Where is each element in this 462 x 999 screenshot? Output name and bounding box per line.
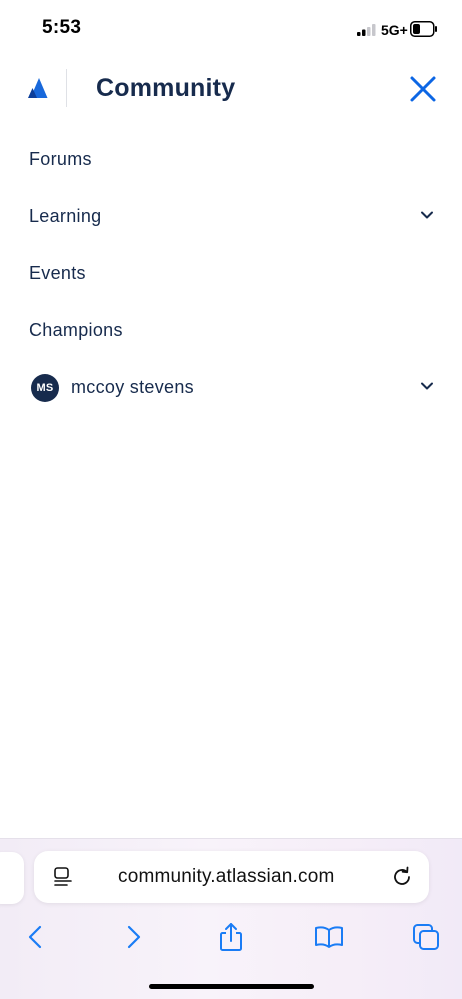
network-indicator: 5G+ — [381, 22, 408, 38]
chevron-down-icon[interactable] — [420, 210, 434, 220]
battery-icon — [410, 21, 437, 37]
previous-tab-preview[interactable] — [0, 852, 24, 904]
address-bar[interactable]: community.atlassian.com — [34, 851, 429, 903]
reload-icon[interactable] — [390, 865, 414, 889]
forward-icon — [127, 925, 141, 949]
atlassian-logo[interactable] — [27, 77, 49, 99]
home-indicator[interactable] — [149, 984, 314, 989]
status-time: 5:53 — [42, 17, 82, 38]
nav-item-user-profile[interactable]: MS mccoy stevens — [0, 359, 462, 416]
nav-item-label: Forums — [29, 149, 92, 169]
close-icon[interactable] — [406, 72, 440, 106]
signal-icon — [357, 24, 376, 36]
user-name: mccoy stevens — [71, 377, 194, 397]
nav-item-forums[interactable]: Forums — [0, 131, 462, 188]
nav-item-label: Champions — [29, 320, 123, 340]
nav-item-label: Events — [29, 263, 86, 283]
nav-item-label: Learning — [29, 206, 102, 226]
avatar: MS — [31, 373, 59, 402]
nav-menu: Forums Learning Events Champions MS mcco… — [0, 131, 462, 416]
browser-nav-toolbar — [0, 917, 462, 957]
back-icon — [28, 925, 42, 949]
reader-mode-icon[interactable] — [52, 866, 74, 888]
tabs-button[interactable] — [406, 917, 446, 957]
url-text[interactable]: community.atlassian.com — [118, 866, 335, 888]
tabs-icon — [413, 924, 439, 950]
forward-button[interactable] — [114, 917, 154, 957]
header: Community — [0, 62, 462, 116]
back-button[interactable] — [15, 917, 55, 957]
share-button[interactable] — [211, 917, 251, 957]
nav-item-events[interactable]: Events — [0, 245, 462, 302]
nav-item-learning[interactable]: Learning — [0, 188, 462, 245]
browser-toolbar: community.atlassian.com — [0, 838, 462, 999]
share-icon — [220, 923, 242, 951]
page-title: Community — [96, 74, 236, 102]
nav-item-champions[interactable]: Champions — [0, 302, 462, 359]
chevron-down-icon[interactable] — [420, 381, 434, 391]
bookmarks-button[interactable] — [309, 917, 349, 957]
status-bar: 5:53 5G+ — [0, 0, 462, 54]
header-divider — [66, 69, 67, 107]
bookmarks-icon — [315, 926, 343, 948]
